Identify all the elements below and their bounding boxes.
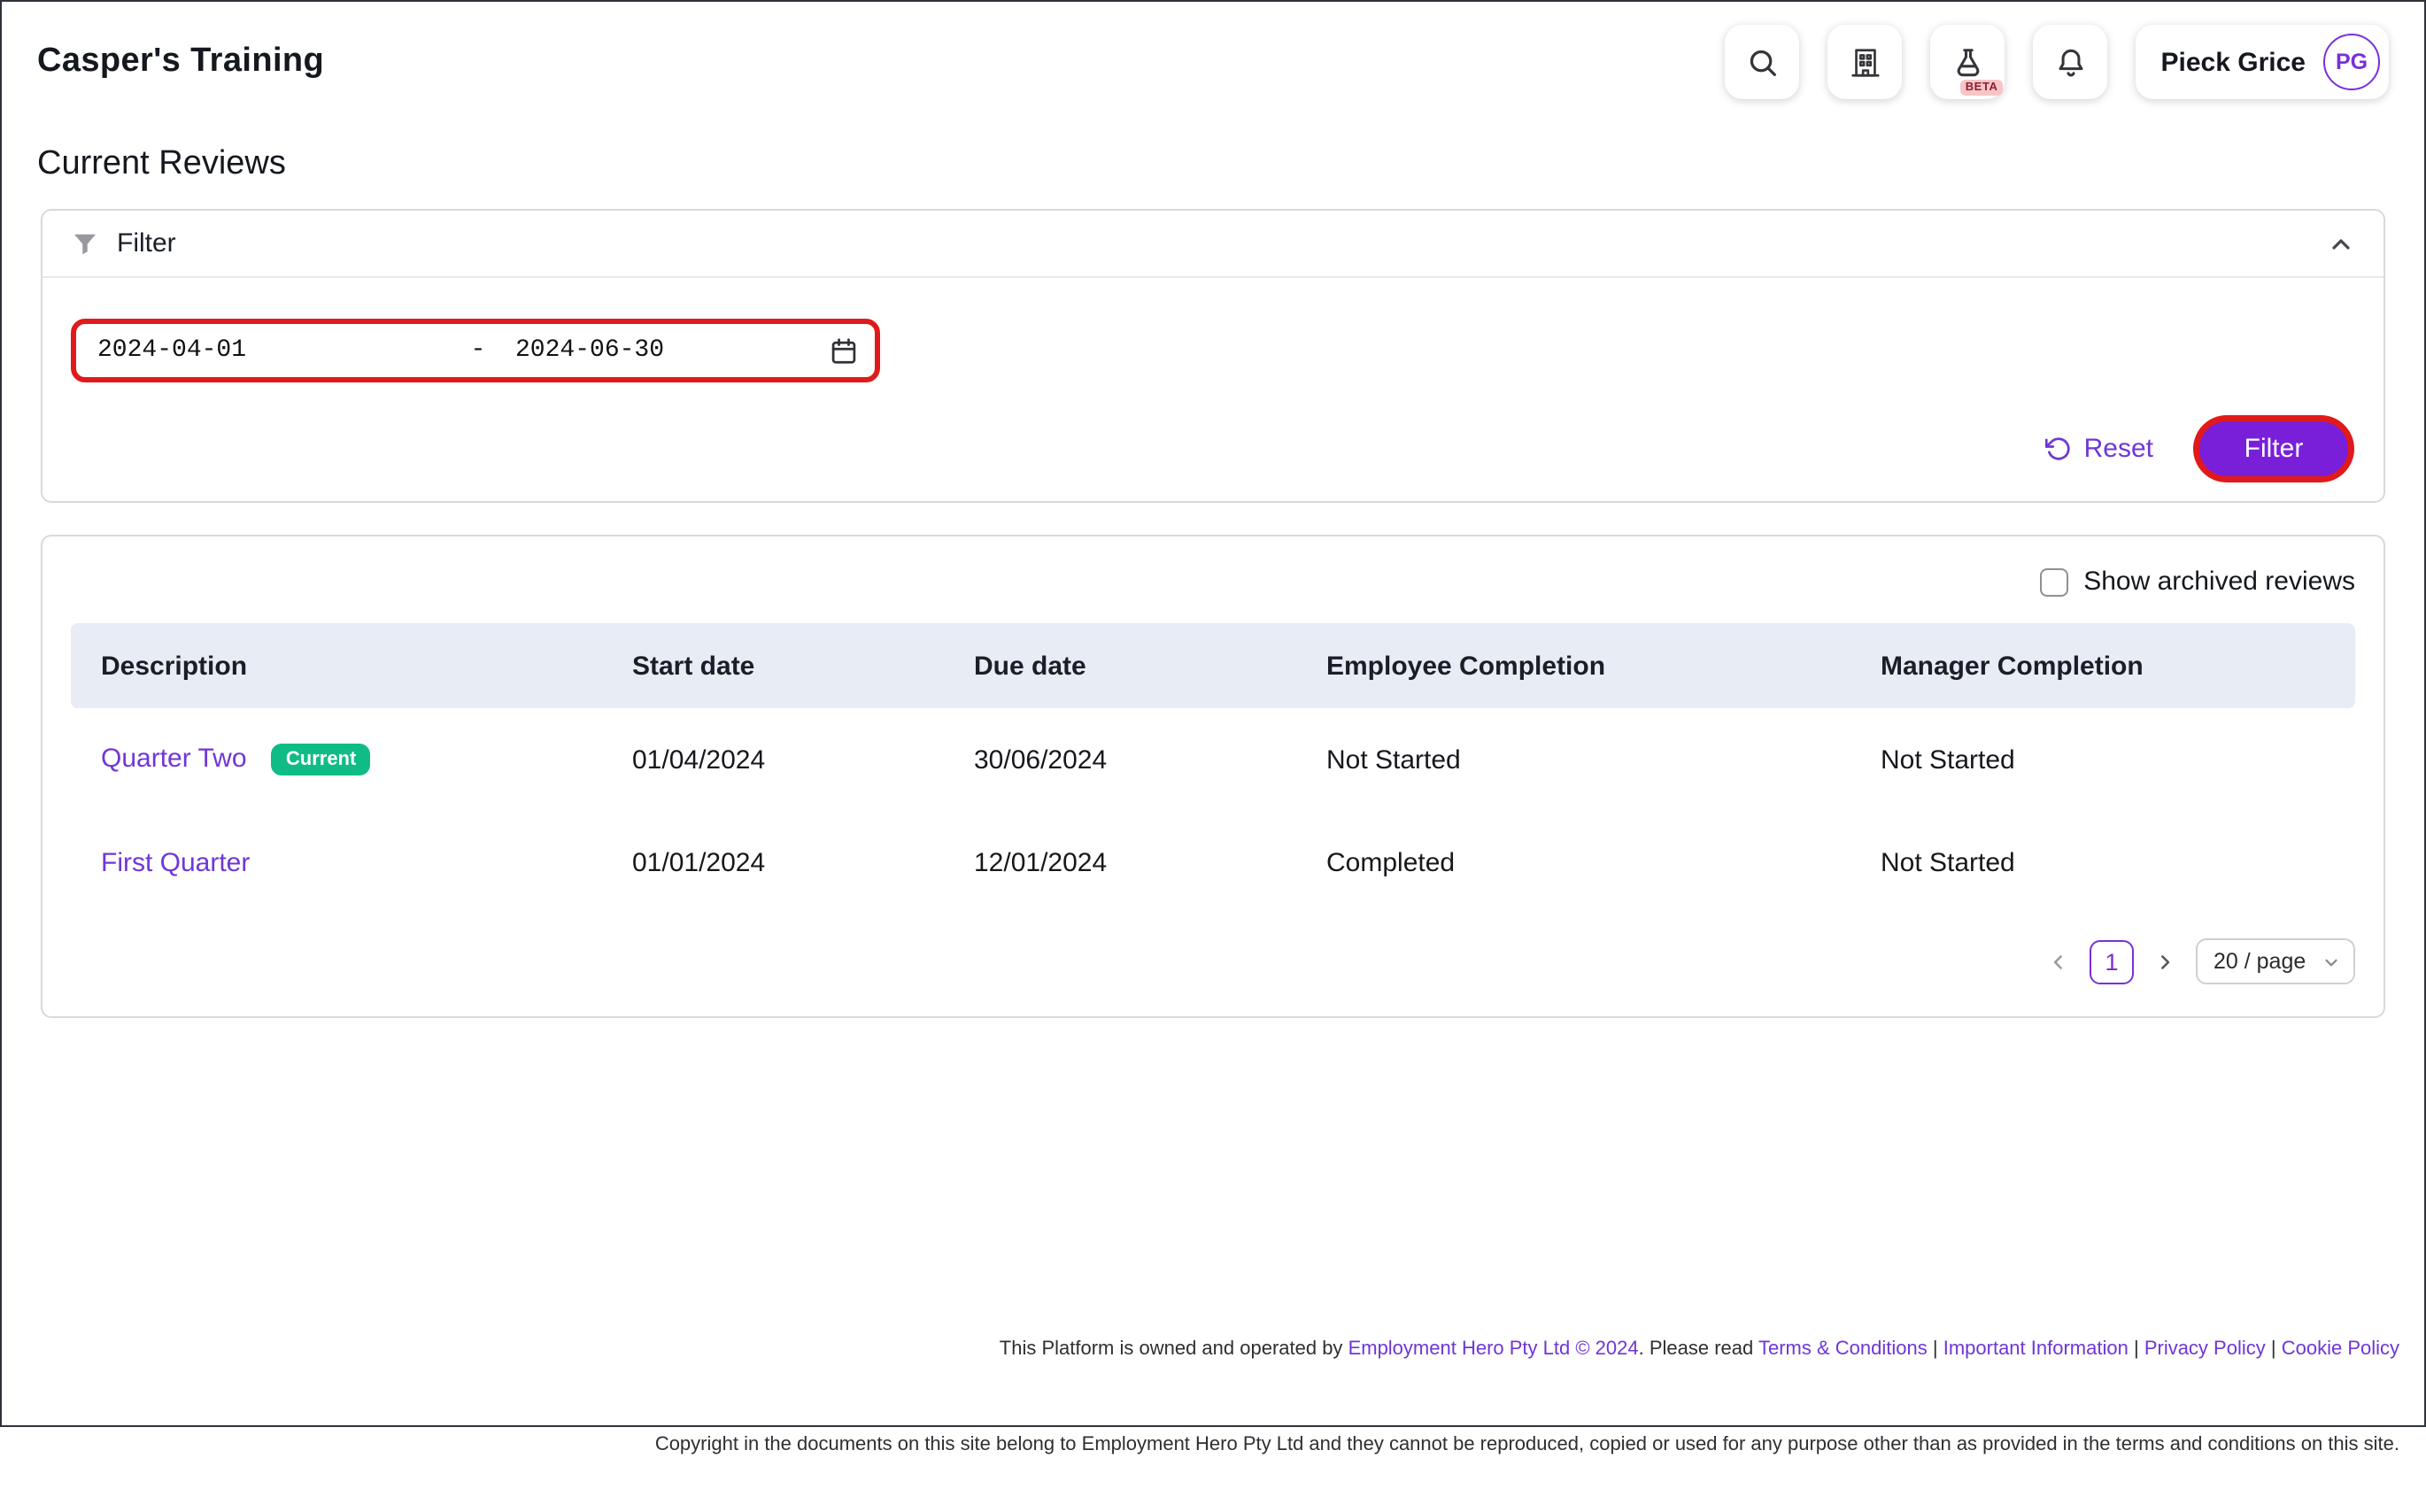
avatar: PG [2323, 34, 2380, 90]
footer-text-mid: . Please read [1639, 1338, 1758, 1360]
due-date-cell: 30/06/2024 [974, 744, 1326, 775]
labs-button[interactable]: BETA [1931, 25, 2005, 99]
beta-badge: BETA [1960, 80, 2004, 96]
notifications-button[interactable] [2034, 25, 2108, 99]
footer-link-important-information[interactable]: Important Information [1943, 1338, 2129, 1360]
filter-panel-title: Filter [117, 228, 176, 258]
show-archived-checkbox[interactable] [2039, 567, 2067, 596]
footer-link-terms[interactable]: Terms & Conditions [1758, 1338, 1928, 1360]
page-size-select[interactable]: 20 / page [2196, 938, 2355, 984]
start-date-cell: 01/04/2024 [632, 744, 974, 775]
footer-separator: | [2266, 1338, 2282, 1360]
employee-completion-cell: Not Started [1326, 744, 1881, 775]
reset-button[interactable]: Reset [2045, 434, 2153, 464]
flask-icon [1951, 45, 1985, 79]
reviews-panel: Show archived reviews Description Start … [41, 535, 2385, 1018]
footer-line-2: Copyright in the documents on this site … [27, 1432, 2399, 1459]
footer: This Platform is owned and operated by E… [2, 1284, 2424, 1512]
organisation-button[interactable] [1828, 25, 1903, 99]
date-separator: - [452, 336, 505, 365]
table-row: Quarter Two Current 01/04/2024 30/06/202… [71, 708, 2355, 811]
review-link-first-quarter[interactable]: First Quarter [101, 847, 250, 877]
current-page[interactable]: 1 [2090, 939, 2134, 984]
chevron-left-icon [2047, 950, 2070, 973]
column-header-employee-completion: Employee Completion [1326, 651, 1881, 681]
footer-line-1: This Platform is owned and operated by E… [27, 1337, 2399, 1363]
footer-link-cookie-policy[interactable]: Cookie Policy [2282, 1338, 2399, 1360]
filter-panel-title-group: Filter [71, 228, 176, 258]
app-window: Casper's Training [0, 0, 2426, 1427]
search-button[interactable] [1726, 25, 1800, 99]
pagination: 1 20 / page [42, 914, 2384, 1016]
filter-panel-header[interactable]: Filter [42, 211, 2384, 278]
page-title: Current Reviews [37, 145, 2424, 184]
filter-panel-body: 2024-04-01 - 2024-06-30 Reset [42, 278, 2384, 501]
start-date-cell: 01/01/2024 [632, 847, 974, 877]
employee-completion-cell: Completed [1326, 847, 1881, 877]
user-name: Pieck Grice [2161, 47, 2306, 77]
show-archived-label[interactable]: Show archived reviews [2083, 567, 2355, 597]
chevron-right-icon [2153, 950, 2176, 973]
search-icon [1746, 45, 1780, 79]
table-row: First Quarter 01/01/2024 12/01/2024 Comp… [71, 811, 2355, 914]
filter-funnel-icon [71, 229, 99, 258]
due-date-cell: 12/01/2024 [974, 847, 1326, 877]
manager-completion-cell: Not Started [1881, 847, 2355, 877]
description-cell: Quarter Two Current [71, 744, 632, 775]
manager-completion-cell: Not Started [1881, 744, 2355, 775]
next-page-button[interactable] [2150, 946, 2180, 976]
page-title-app: Casper's Training [37, 42, 324, 81]
table-header-row: Description Start date Due date Employee… [71, 623, 2355, 708]
date-to-value[interactable]: 2024-06-30 [515, 336, 664, 365]
prev-page-button[interactable] [2044, 946, 2074, 976]
footer-separator: | [1928, 1338, 1943, 1360]
filter-panel: Filter 2024-04-01 - 2024-06-30 [41, 209, 2385, 503]
topbar-actions: BETA Pieck Grice PG [1726, 25, 2389, 99]
review-link-quarter-two[interactable]: Quarter Two [101, 744, 247, 774]
building-icon [1849, 45, 1882, 79]
page-size-value: 20 / page [2214, 949, 2306, 974]
footer-link-privacy-policy[interactable]: Privacy Policy [2144, 1338, 2266, 1360]
reset-label: Reset [2084, 434, 2153, 464]
date-from-value[interactable]: 2024-04-01 [97, 336, 452, 365]
filter-button[interactable]: Filter [2199, 421, 2348, 476]
bell-icon [2054, 45, 2088, 79]
filter-actions: Reset Filter [71, 421, 2355, 476]
reset-icon [2045, 436, 2072, 462]
date-range-input[interactable]: 2024-04-01 - 2024-06-30 [71, 319, 880, 382]
column-header-description: Description [71, 651, 632, 681]
footer-link-company[interactable]: Employment Hero Pty Ltd © 2024 [1348, 1338, 1639, 1360]
top-bar: Casper's Training [2, 2, 2424, 99]
footer-text-prefix: This Platform is owned and operated by [1000, 1338, 1348, 1360]
current-badge: Current [272, 744, 370, 775]
reviews-table: Description Start date Due date Employee… [71, 623, 2355, 914]
column-header-due-date: Due date [974, 651, 1326, 681]
footer-separator: | [2129, 1338, 2144, 1360]
column-header-manager-completion: Manager Completion [1881, 651, 2355, 681]
calendar-icon[interactable] [829, 336, 859, 366]
show-archived-row: Show archived reviews [42, 536, 2384, 623]
chevron-down-icon [2322, 952, 2341, 971]
column-header-start-date: Start date [632, 651, 974, 681]
collapse-chevron-icon[interactable] [2327, 229, 2355, 258]
user-menu[interactable]: Pieck Grice PG [2136, 25, 2389, 99]
description-cell: First Quarter [71, 847, 632, 877]
